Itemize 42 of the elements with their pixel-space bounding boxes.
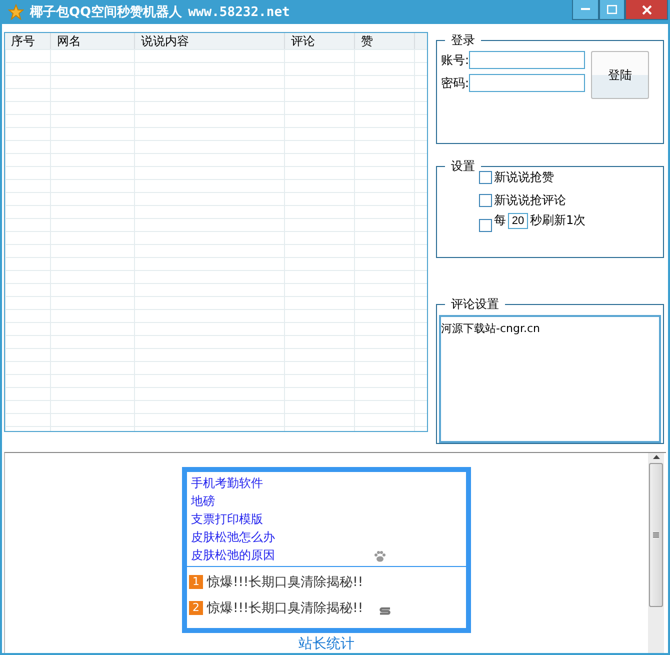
field-label: 密码: [441,74,470,92]
scroll-up-icon[interactable] [652,455,660,459]
checkbox[interactable] [479,171,492,184]
input-field[interactable] [469,51,586,69]
checkbox-label: 新说说抢评论 [494,192,566,209]
checkbox-label: 秒刷新1次 [530,212,586,229]
checkbox-label: 新说说抢赞 [494,169,554,186]
paw-icon [374,551,386,562]
checkbox-label: 每 [494,212,506,229]
minimize-icon [581,8,590,11]
rank-number: 1 [189,575,203,589]
ad-link[interactable]: 地磅 [191,492,215,510]
scrollbar[interactable] [648,453,664,653]
close-button[interactable] [625,0,668,20]
ad-link[interactable]: 皮肤松弛怎么办 [191,528,275,546]
window-title: 椰子包QQ空间秒赞机器人 [30,4,182,21]
column-header[interactable]: 序号 [5,33,51,49]
interval-field[interactable]: 20 [508,212,528,228]
grip-icon [653,532,659,538]
input-field[interactable] [469,74,586,92]
minimize-button[interactable] [572,0,599,20]
maximize-button[interactable] [599,0,625,20]
star-icon [8,4,24,20]
rank-number: 2 [189,601,203,615]
ad-link[interactable]: 皮肤松弛的原因 [191,546,275,564]
ad-headline[interactable]: 惊爆!!!长期口臭清除揭秘!! [207,599,364,617]
group-title: 设置 [450,158,476,175]
field-label: 账号: [441,52,470,68]
ad-headline[interactable]: 惊爆!!!长期口臭清除揭秘!! [207,573,364,591]
login-button[interactable]: 登陆 [591,51,650,99]
ad-link[interactable]: 手机考勤软件 [191,474,263,492]
group-title: 评论设置 [450,296,500,313]
close-icon [642,4,652,14]
ad-link[interactable]: 支票打印模版 [191,510,263,528]
website-url: www.58232.net [188,4,290,20]
stats-link[interactable]: 站长统计 [298,635,354,653]
logo-icon [379,607,392,615]
maximize-icon [607,5,617,14]
checkbox[interactable] [479,194,492,207]
checkbox[interactable] [479,219,492,232]
group-title: 登录 [450,32,476,49]
comment-text-area[interactable]: 河源下载站-cngr.cn [439,315,661,443]
